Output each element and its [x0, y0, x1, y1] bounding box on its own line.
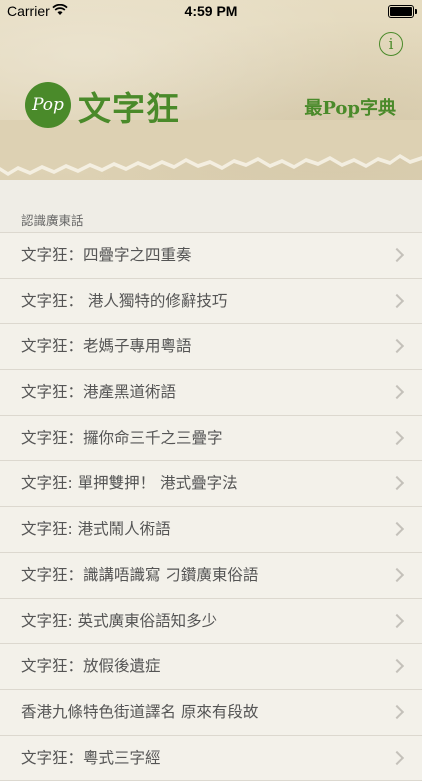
chevron-right-icon: [389, 293, 405, 308]
clock: 4:59 PM: [184, 3, 238, 19]
chevron-right-icon: [389, 750, 405, 765]
chevron-right-icon: [389, 247, 405, 263]
list-item[interactable]: 文字狂：攞你命三千之三疊字: [0, 416, 422, 462]
chevron-right-icon: [389, 476, 405, 491]
section-title: 認識廣東話: [21, 213, 84, 228]
chevron-right-icon: [389, 430, 405, 445]
chevron-right-icon: [389, 704, 405, 719]
list-item-label: 文字狂：粵式三字經: [21, 748, 161, 767]
list-item-label: 文字狂：識講唔識寫 刁鑽廣東俗語: [21, 565, 259, 584]
chevron-right-icon: [389, 567, 405, 582]
tagline: 最Pop字典: [304, 98, 396, 119]
battery-icon: [388, 5, 417, 18]
torn-paper-edge: [0, 120, 422, 176]
list-item-label: 香港九條特色街道譯名 原來有段故: [21, 702, 259, 721]
list-item-label: 文字狂: 港式鬧人術語: [21, 520, 171, 539]
chevron-right-icon: [389, 339, 405, 354]
list-item[interactable]: 香港九條特色街道譯名 原來有段故: [0, 690, 422, 736]
chevron-right-icon: [389, 613, 405, 628]
list-item-label: 文字狂：放假後遺症: [21, 657, 161, 676]
list-item-label: 文字狂： 港人獨特的修辭技巧: [21, 291, 228, 310]
list-item[interactable]: 文字狂：粵式三字經: [0, 736, 422, 781]
info-button[interactable]: i: [379, 32, 403, 56]
list-item[interactable]: 文字狂: 單押雙押！ 港式疊字法: [0, 461, 422, 508]
chevron-right-icon: [389, 659, 405, 674]
article-list: 文字狂：四疊字之四重奏 文字狂： 港人獨特的修辭技巧 文字狂：老媽子專用粵語 文…: [0, 232, 422, 781]
logo-badge: Pop: [25, 82, 71, 128]
list-item-label: 文字狂：老媽子專用粵語: [21, 337, 192, 356]
list-item[interactable]: 文字狂：識講唔識寫 刁鑽廣東俗語: [0, 553, 422, 599]
list-item-label: 文字狂：四疊字之四重奏: [21, 246, 192, 264]
list-item[interactable]: 文字狂：四疊字之四重奏: [0, 232, 422, 279]
list-item[interactable]: 文字狂：老媽子專用粵語: [0, 324, 422, 371]
list-item-label: 文字狂: 單押雙押！ 港式疊字法: [21, 474, 238, 493]
list-item[interactable]: 文字狂：放假後遺症: [0, 644, 422, 690]
list-item-label: 文字狂：攞你命三千之三疊字: [21, 428, 223, 447]
chevron-right-icon: [389, 522, 405, 537]
status-bar: Carrier 4:59 PM: [0, 0, 422, 22]
list-item-label: 文字狂: 英式廣東俗語知多少: [21, 611, 218, 630]
app-logo-title: 文字狂: [78, 89, 180, 128]
list-item[interactable]: 文字狂: 港式鬧人術語: [0, 507, 422, 553]
list-item[interactable]: 文字狂：港產黑道術語: [0, 370, 422, 416]
list-item[interactable]: 文字狂： 港人獨特的修辭技巧: [0, 279, 422, 325]
list-item[interactable]: 文字狂: 英式廣東俗語知多少: [0, 599, 422, 645]
chevron-right-icon: [389, 384, 405, 400]
list-item-label: 文字狂：港產黑道術語: [21, 383, 177, 402]
